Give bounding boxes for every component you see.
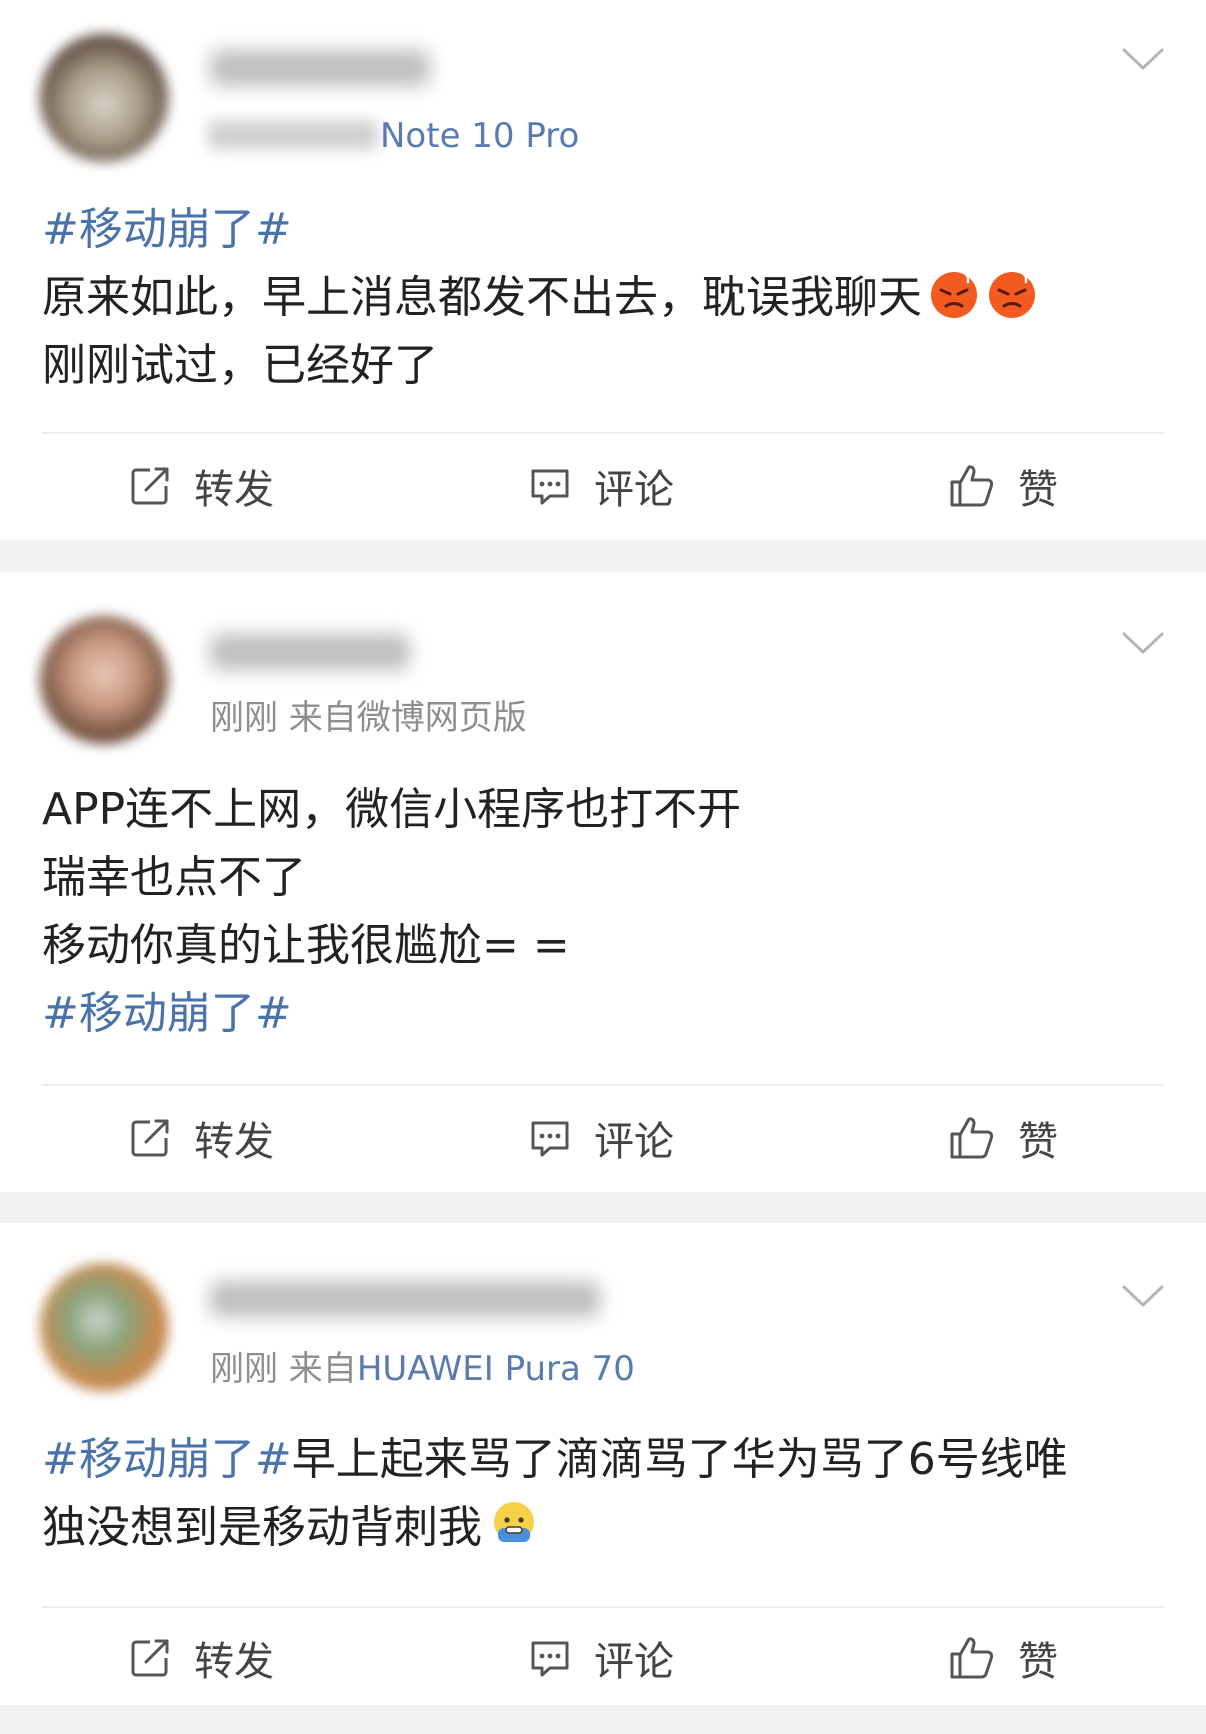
post-content: APP连不上网，微信小程序也打不开 瑞幸也点不了 移动你真的让我很尴尬= = #… [42,776,1162,1048]
thumbs-up-icon [950,1637,994,1679]
angry-face-icon [989,270,1035,318]
chevron-down-icon[interactable] [1120,44,1166,74]
post-text: 独没想到是移动背刺我 [42,1502,482,1553]
post-line: #移动崩了# [42,980,1162,1048]
post-text: 刚刚试过，已经好了 [42,340,438,391]
angry-face-icon [931,270,977,318]
thumbs-up-icon [950,1117,994,1159]
post-content: #移动崩了#早上起来骂了滴滴骂了华为骂了6号线唯 独没想到是移动背刺我 [42,1426,1162,1562]
cold-sweat-face-icon [494,1502,534,1542]
post-card[interactable]: Note 10 Pro #移动崩了# 原来如此，早上消息都发不出去，耽误我聊天 [0,0,1206,540]
post-meta: 刚刚 来自HUAWEI Pura 70 [210,1349,635,1389]
post-text: 移动你真的让我很尴尬= = [42,920,570,971]
action-bar: 转发 评论 赞 [0,1088,1206,1188]
like-button[interactable]: 赞 [948,436,1058,536]
topic-link[interactable]: #移动崩了# [42,204,292,255]
like-label: 赞 [1018,467,1058,513]
like-label: 赞 [1018,1119,1058,1165]
repost-button[interactable]: 转发 [128,1088,274,1188]
avatar[interactable] [40,34,168,162]
username-blurred[interactable] [210,50,430,86]
post-line: 瑞幸也点不了 [42,844,1162,912]
divider [42,432,1164,434]
post-meta-prefix: 刚刚 来自 [210,698,357,738]
repost-button[interactable]: 转发 [128,436,274,536]
post-content: #移动崩了# 原来如此，早上消息都发不出去，耽误我聊天 刚刚试过，已经好了 [42,196,1162,400]
post-source[interactable]: HUAWEI Pura 70 [357,1349,635,1389]
post-line: 原来如此，早上消息都发不出去，耽误我聊天 [42,264,1162,332]
post-meta: Note 10 Pro [380,116,579,156]
avatar[interactable] [40,1263,168,1391]
action-bar: 转发 评论 赞 [0,1608,1206,1708]
like-label: 赞 [1018,1639,1058,1685]
post-card[interactable]: 刚刚 来自HUAWEI Pura 70 #移动崩了#早上起来骂了滴滴骂了华为骂了… [0,1223,1206,1705]
comment-button[interactable]: 评论 [528,1088,674,1188]
repost-icon [131,1119,169,1157]
username-blurred[interactable] [210,1281,600,1317]
comment-label: 评论 [594,1639,674,1685]
repost-icon [131,467,169,505]
comment-button[interactable]: 评论 [528,1608,674,1708]
comment-label: 评论 [594,1119,674,1165]
like-button[interactable]: 赞 [948,1608,1058,1708]
like-button[interactable]: 赞 [948,1088,1058,1188]
post-text: 原来如此，早上消息都发不出去，耽误我聊天 [42,272,922,323]
comment-icon [531,1121,569,1157]
chevron-down-icon[interactable] [1120,628,1166,658]
topic-link[interactable]: #移动崩了# [42,988,292,1039]
repost-button[interactable]: 转发 [128,1608,274,1708]
post-meta-prefix: 刚刚 来自 [210,1349,357,1389]
post-text: 早上起来骂了滴滴骂了华为骂了6号线唯 [291,1434,1068,1485]
post-line: 刚刚试过，已经好了 [42,332,1162,400]
post-text: APP连不上网，微信小程序也打不开 [42,784,742,835]
post-line: #移动崩了#早上起来骂了滴滴骂了华为骂了6号线唯 [42,1426,1162,1494]
comment-button[interactable]: 评论 [528,436,674,536]
post-text: 瑞幸也点不了 [42,852,306,903]
post-line: 独没想到是移动背刺我 [42,1494,1162,1562]
post-line: #移动崩了# [42,196,1162,264]
post-source[interactable]: Note 10 Pro [380,116,579,156]
comment-icon [531,469,569,505]
username-blurred[interactable] [210,634,410,670]
avatar[interactable] [40,616,168,744]
post-card[interactable]: 刚刚 来自微博网页版 APP连不上网，微信小程序也打不开 瑞幸也点不了 移动你真… [0,572,1206,1192]
repost-label: 转发 [194,1639,274,1685]
comment-label: 评论 [594,467,674,513]
thumbs-up-icon [950,465,994,507]
repost-label: 转发 [194,467,274,513]
comment-icon [531,1641,569,1677]
post-source[interactable]: 微博网页版 [357,698,527,738]
action-bar: 转发 评论 赞 [0,436,1206,536]
topic-link[interactable]: #移动崩了# [42,1434,292,1485]
repost-icon [131,1639,169,1677]
post-meta: 刚刚 来自微博网页版 [210,698,527,738]
repost-label: 转发 [194,1119,274,1165]
post-time-blurred [208,120,378,150]
post-line: APP连不上网，微信小程序也打不开 [42,776,1162,844]
divider [42,1084,1164,1086]
chevron-down-icon[interactable] [1120,1281,1166,1311]
post-line: 移动你真的让我很尴尬= = [42,912,1162,980]
